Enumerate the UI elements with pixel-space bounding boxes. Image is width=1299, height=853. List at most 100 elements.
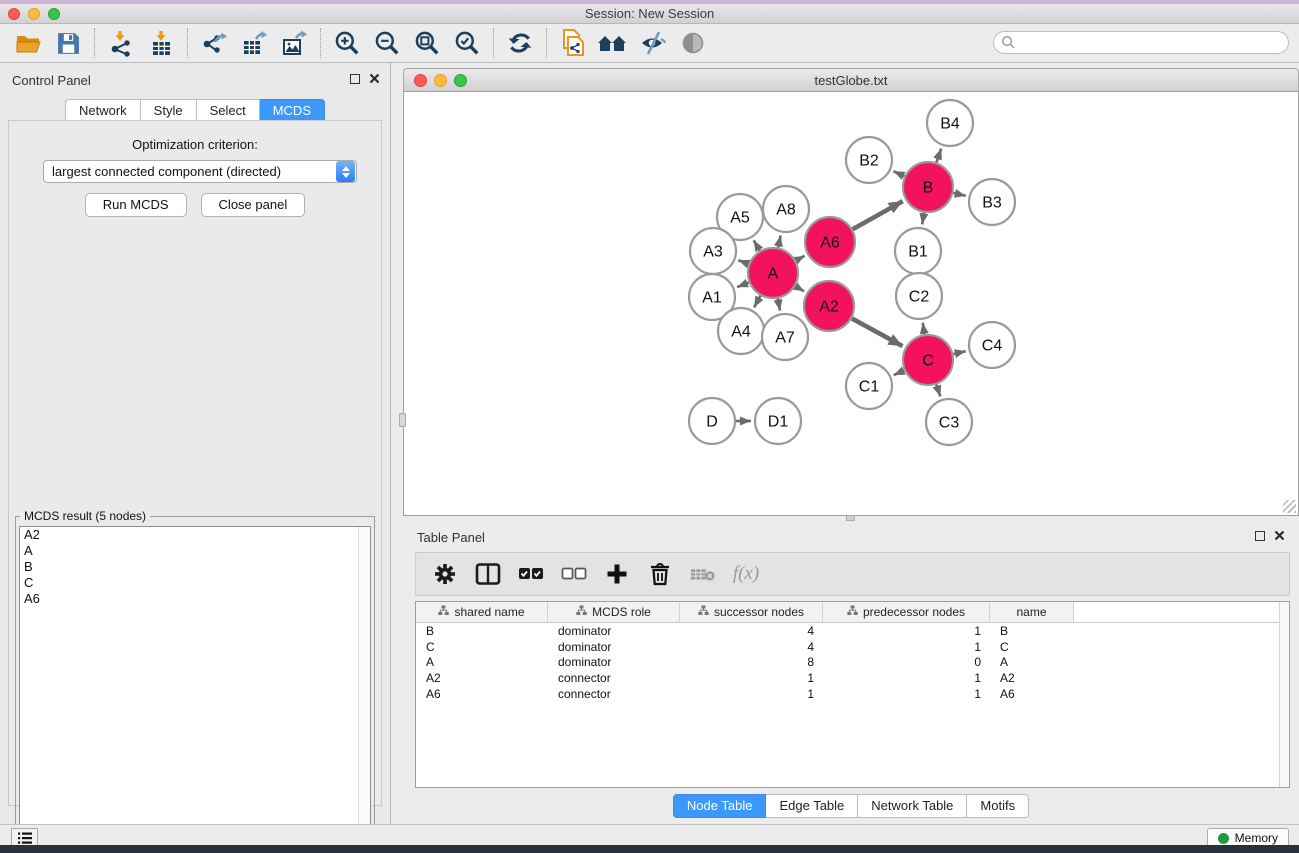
table-cell[interactable]: A xyxy=(990,655,1074,669)
minimize-window-button[interactable] xyxy=(28,8,40,20)
table-tab-network-table[interactable]: Network Table xyxy=(858,794,967,818)
graph-edge-A-A5[interactable] xyxy=(754,240,760,250)
table-cell[interactable]: 1 xyxy=(680,687,823,701)
graph-edge-B-B3[interactable] xyxy=(953,193,965,196)
table-cell[interactable]: dominator xyxy=(548,655,680,669)
table-cell[interactable]: B xyxy=(416,624,548,638)
zoom-fit-icon[interactable] xyxy=(407,26,447,60)
table-cell[interactable]: A xyxy=(416,655,548,669)
table-cell[interactable]: connector xyxy=(548,687,680,701)
graph-edge-A-A6[interactable] xyxy=(796,256,805,261)
column-header-name[interactable]: name xyxy=(990,602,1074,622)
table-cell[interactable]: A2 xyxy=(990,671,1074,685)
network-canvas[interactable]: B4B2BB3A5A8A6B1A3AC2A1A2A4A7C4CC1C3DD1 xyxy=(403,92,1299,516)
criterion-dropdown[interactable]: largest connected component (directed) xyxy=(43,160,357,183)
select-all-checkboxes-icon[interactable] xyxy=(518,561,544,587)
horizontal-scrollbar-thumb[interactable] xyxy=(846,515,855,521)
network-minimize-button[interactable] xyxy=(434,74,447,87)
float-table-panel-icon[interactable] xyxy=(1255,531,1265,541)
table-cell[interactable]: 1 xyxy=(823,624,990,638)
graph-edge-A-A1[interactable] xyxy=(737,283,749,288)
table-tab-edge-table[interactable]: Edge Table xyxy=(766,794,858,818)
export-network-icon[interactable] xyxy=(194,26,234,60)
table-cell[interactable]: dominator xyxy=(548,640,680,654)
close-window-button[interactable] xyxy=(8,8,20,20)
maximize-window-button[interactable] xyxy=(48,8,60,20)
table-row[interactable]: Bdominator41B xyxy=(416,623,1289,639)
search-field[interactable] xyxy=(993,31,1289,54)
close-panel-button[interactable]: Close panel xyxy=(201,193,306,217)
table-cell[interactable]: B xyxy=(990,624,1074,638)
result-item[interactable]: C xyxy=(20,575,370,591)
table-row[interactable]: Cdominator41C xyxy=(416,639,1289,655)
graph-edge-A-A7[interactable] xyxy=(778,299,780,311)
table-row[interactable]: Adominator80A xyxy=(416,655,1289,671)
graph-edge-C-C1[interactable] xyxy=(894,370,905,375)
table-row[interactable]: A2connector11A2 xyxy=(416,670,1289,686)
search-input[interactable] xyxy=(1016,34,1288,52)
result-item[interactable]: A2 xyxy=(20,527,370,543)
close-panel-icon[interactable] xyxy=(369,73,380,84)
table-cell[interactable]: A6 xyxy=(416,687,548,701)
export-table-icon[interactable] xyxy=(234,26,274,60)
table-cell[interactable]: 1 xyxy=(823,640,990,654)
vertical-scrollbar-thumb[interactable] xyxy=(399,413,406,427)
table-tab-node-table[interactable]: Node Table xyxy=(673,794,767,818)
table-scrollbar[interactable] xyxy=(1279,602,1289,787)
table-tab-motifs[interactable]: Motifs xyxy=(967,794,1029,818)
table-cell[interactable]: 1 xyxy=(680,671,823,685)
preview-eye-icon[interactable] xyxy=(673,26,713,60)
column-header-predecessor-nodes[interactable]: predecessor nodes xyxy=(823,602,990,622)
table-cell[interactable]: 4 xyxy=(680,640,823,654)
table-cell[interactable]: 4 xyxy=(680,624,823,638)
graph-edge-C-C4[interactable] xyxy=(953,351,965,354)
result-item[interactable]: A6 xyxy=(20,591,370,607)
resize-grip-icon[interactable] xyxy=(1283,500,1296,513)
table-cell[interactable]: 8 xyxy=(680,655,823,669)
export-image-icon[interactable] xyxy=(274,26,314,60)
deselect-all-checkboxes-icon[interactable] xyxy=(561,561,587,587)
graph-edge-B-B1[interactable] xyxy=(922,213,924,225)
table-cell[interactable]: 1 xyxy=(823,687,990,701)
toggle-visibility-icon[interactable] xyxy=(633,26,673,60)
split-view-icon[interactable] xyxy=(475,561,501,587)
save-session-icon[interactable] xyxy=(48,26,88,60)
table-cell[interactable]: connector xyxy=(548,671,680,685)
import-network-icon[interactable] xyxy=(101,26,141,60)
open-file-icon[interactable] xyxy=(8,26,48,60)
graph-edge-A-A8[interactable] xyxy=(778,235,780,247)
float-panel-icon[interactable] xyxy=(350,74,360,84)
column-header-shared-name[interactable]: shared name xyxy=(416,602,548,622)
table-cell[interactable]: 0 xyxy=(823,655,990,669)
column-header-MCDS-role[interactable]: MCDS role xyxy=(548,602,680,622)
table-cell[interactable]: C xyxy=(990,640,1074,654)
mcds-result-list[interactable]: A2ABCA6 xyxy=(19,526,371,850)
add-column-icon[interactable] xyxy=(604,561,630,587)
zoom-out-icon[interactable] xyxy=(367,26,407,60)
graph-edge-B-B4[interactable] xyxy=(936,149,941,163)
close-table-panel-icon[interactable] xyxy=(1274,530,1285,541)
table-cell[interactable]: C xyxy=(416,640,548,654)
table-row[interactable]: A6connector11A6 xyxy=(416,686,1289,702)
result-item[interactable]: A xyxy=(20,543,370,559)
graph-edge-B-B2[interactable] xyxy=(894,171,905,176)
graph-edge-A2-C[interactable] xyxy=(852,318,903,346)
zoom-selected-icon[interactable] xyxy=(447,26,487,60)
table-cell[interactable]: A6 xyxy=(990,687,1074,701)
refresh-layout-icon[interactable] xyxy=(500,26,540,60)
table-cell[interactable]: A2 xyxy=(416,671,548,685)
graph-edge-A6-B[interactable] xyxy=(853,201,903,229)
zoom-in-icon[interactable] xyxy=(327,26,367,60)
graph-edge-A-A3[interactable] xyxy=(738,260,748,264)
column-header-successor-nodes[interactable]: successor nodes xyxy=(680,602,823,622)
open-session-icon[interactable] xyxy=(553,26,593,60)
network-close-button[interactable] xyxy=(414,74,427,87)
table-cell[interactable]: dominator xyxy=(548,624,680,638)
home-view-icon[interactable] xyxy=(593,26,633,60)
result-list-scrollbar[interactable] xyxy=(358,527,370,849)
network-graph[interactable]: B4B2BB3A5A8A6B1A3AC2A1A2A4A7C4CC1C3DD1 xyxy=(404,92,1298,514)
network-maximize-button[interactable] xyxy=(454,74,467,87)
delete-column-icon[interactable] xyxy=(647,561,673,587)
graph-edge-A-A2[interactable] xyxy=(795,286,804,291)
node-table[interactable]: shared nameMCDS rolesuccessor nodesprede… xyxy=(415,601,1290,788)
